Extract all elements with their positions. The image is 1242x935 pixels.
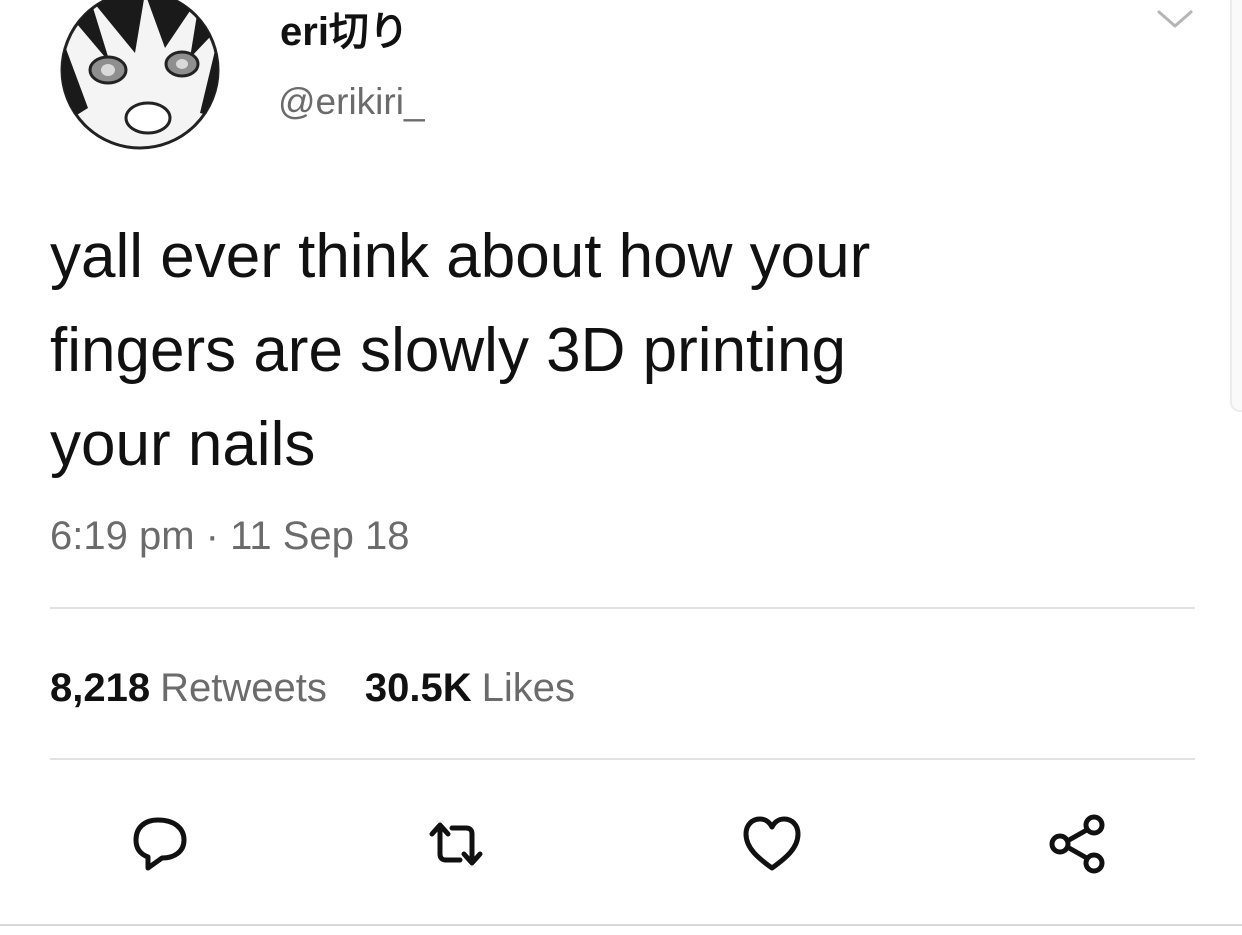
- retweets-label: Retweets: [160, 666, 327, 710]
- bottom-divider: [0, 924, 1242, 926]
- chevron-down-icon: [1157, 10, 1193, 28]
- display-name[interactable]: eri切り: [280, 8, 409, 56]
- divider: [50, 758, 1195, 760]
- tweet-text-line: your nails: [50, 410, 316, 479]
- retweet-button[interactable]: [424, 812, 488, 876]
- speech-bubble-icon: [133, 817, 187, 871]
- likes-label: Likes: [481, 666, 575, 710]
- likes-stat[interactable]: 30.5K Likes: [365, 666, 575, 710]
- retweets-count: 8,218: [50, 666, 151, 710]
- avatar[interactable]: [50, 0, 230, 150]
- share-nodes-icon: [1049, 814, 1105, 874]
- likes-count: 30.5K: [364, 666, 472, 710]
- retweets-stat[interactable]: 8,218 Retweets: [50, 666, 327, 710]
- heart-icon: [743, 816, 801, 871]
- divider: [50, 607, 1195, 609]
- tweet-text-line: fingers are slowly 3D printing: [50, 316, 847, 385]
- adjacent-card-edge: [1230, 0, 1242, 412]
- user-handle[interactable]: @erikiri_: [278, 80, 425, 124]
- like-button[interactable]: [740, 812, 804, 876]
- tweet-timestamp[interactable]: 6:19 pm · 11 Sep 18: [50, 506, 410, 566]
- tweet-stats: 8,218 Retweets 30.5K Likes: [50, 660, 613, 716]
- anime-avatar-icon: [60, 0, 220, 150]
- tweet-menu-button[interactable]: [1155, 6, 1195, 32]
- tweet-text: yall ever think about how your fingers a…: [50, 210, 1170, 492]
- retweet-arrows-icon: [429, 822, 483, 866]
- reply-button[interactable]: [128, 812, 192, 876]
- tweet-card: eri切り @erikiri_ yall ever think about ho…: [0, 0, 1242, 935]
- share-button[interactable]: [1046, 812, 1110, 876]
- tweet-text-line: yall ever think about how your: [50, 222, 871, 291]
